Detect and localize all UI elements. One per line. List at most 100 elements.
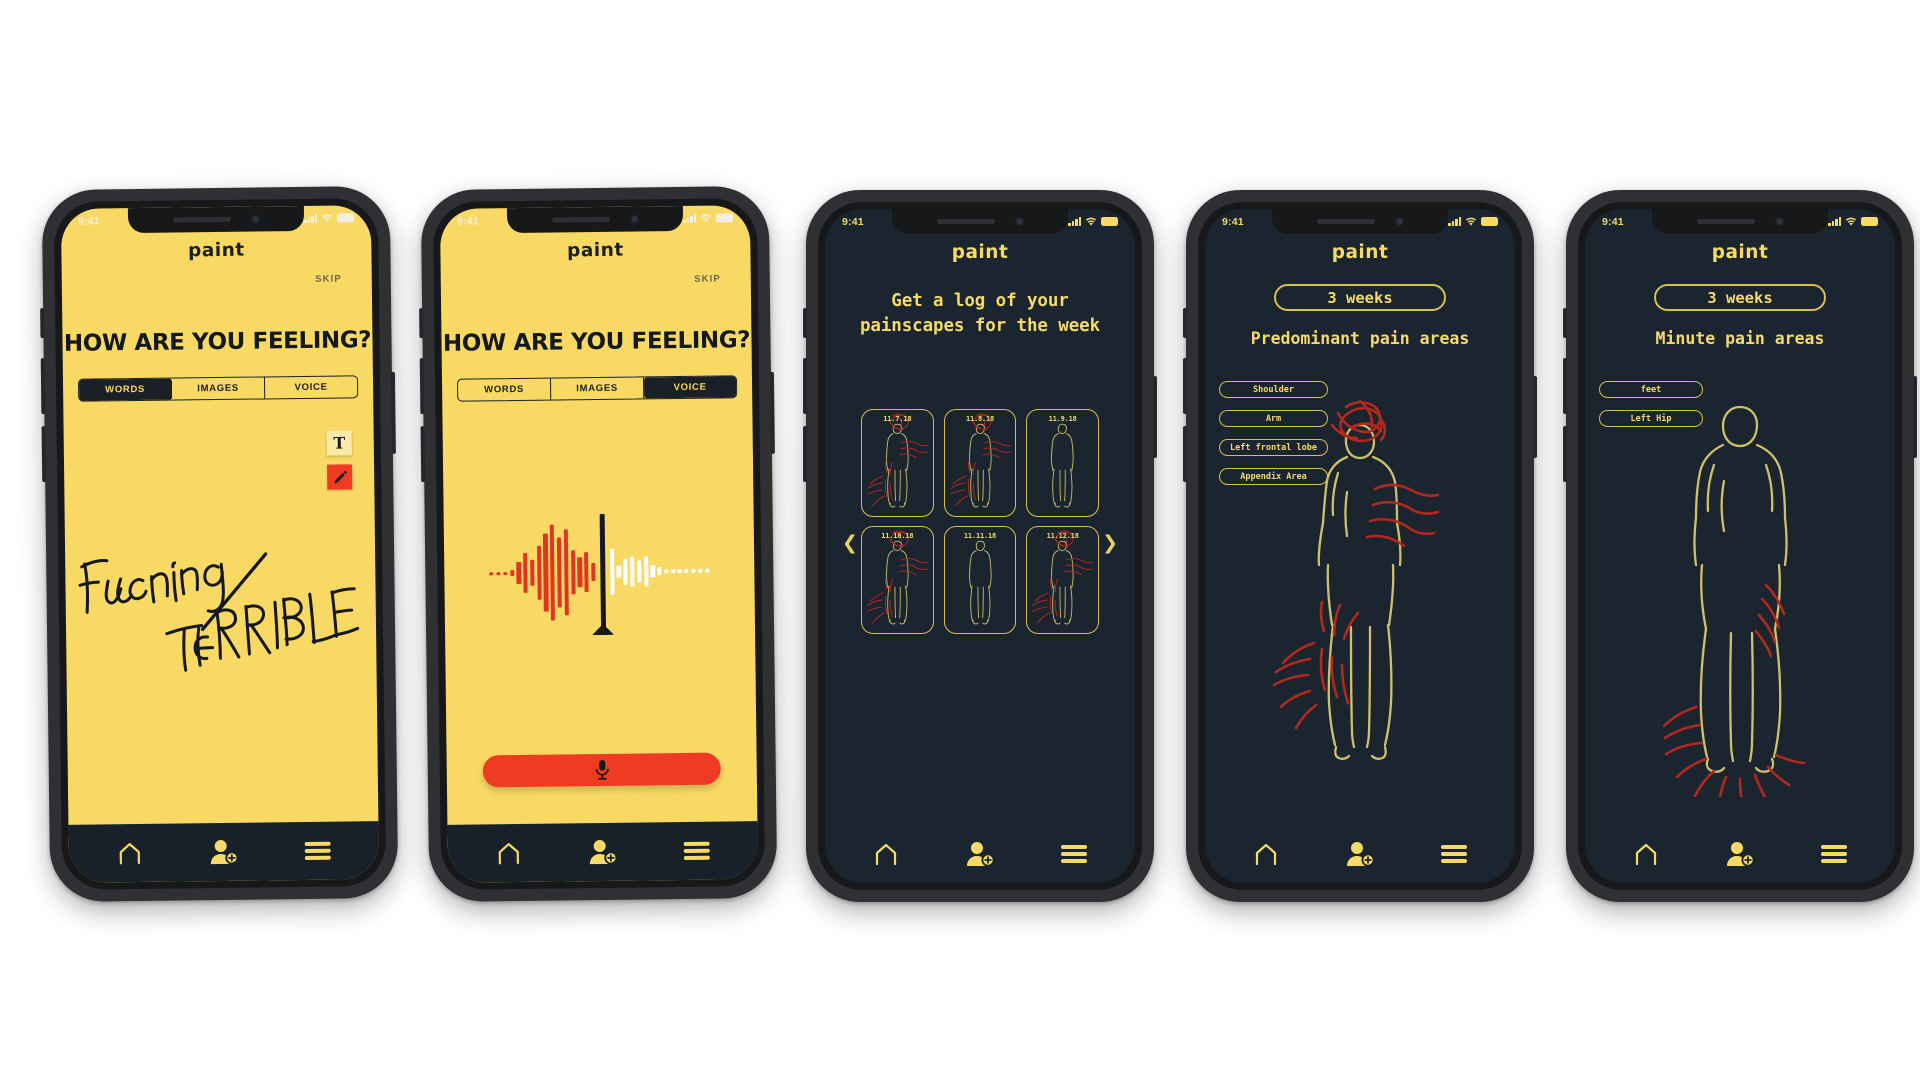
painscape-date-label: 11.10.18 <box>881 532 914 540</box>
mute-switch[interactable] <box>803 308 807 338</box>
tab-voice[interactable]: VOICE <box>643 376 737 399</box>
page-title: HOW ARE YOU FEELING? <box>442 327 751 357</box>
entry-mode-tabs: WORDS IMAGES VOICE <box>456 375 738 402</box>
volume-up-button[interactable] <box>40 358 46 415</box>
screen-weekly-log: 9:41 paint Get a log of your painscapes … <box>825 209 1135 883</box>
volume-down-button[interactable] <box>41 426 47 483</box>
waveform-bar <box>684 568 689 573</box>
waveform-bar <box>636 560 642 583</box>
skip-link[interactable]: SKIP <box>315 273 342 284</box>
app-brand-title: paint <box>951 242 1009 263</box>
nav-home-button[interactable] <box>113 838 147 868</box>
status-time: 9:41 <box>1222 215 1244 228</box>
waveform-bar <box>698 568 703 573</box>
waveform-bar <box>691 568 696 573</box>
nav-home-button[interactable] <box>492 838 526 868</box>
nav-menu-button[interactable] <box>1057 839 1091 869</box>
nav-home-button[interactable] <box>869 839 903 869</box>
playhead-handle[interactable] <box>599 513 606 630</box>
painscape-thumbnail[interactable]: 11.7.18 <box>861 409 934 517</box>
nav-menu-button[interactable] <box>1437 839 1471 869</box>
section-title: Minute pain areas <box>1655 329 1825 348</box>
volume-up-button[interactable] <box>419 358 425 415</box>
front-camera <box>629 214 639 224</box>
waveform-bar <box>584 552 589 593</box>
tab-images[interactable]: IMAGES <box>550 377 645 400</box>
phone-bezel: 9:41 paint SKIP HOW ARE YOU FEELING? WOR… <box>432 198 766 890</box>
power-button[interactable] <box>1533 376 1537 458</box>
app-brand-title: paint <box>1711 242 1769 263</box>
bottom-nav <box>68 821 380 883</box>
section-title: Predominant pain areas <box>1250 329 1470 348</box>
time-range-selector[interactable]: 3 weeks <box>1274 284 1446 311</box>
volume-up-button[interactable] <box>1563 358 1567 414</box>
painscape-thumbnail[interactable]: 11.10.18 <box>861 526 934 634</box>
power-button[interactable] <box>1913 376 1917 458</box>
mute-switch[interactable] <box>1563 308 1567 338</box>
phone-mockup-words: 9:41 paint SKIP HOW ARE YOU FEELING? WOR… <box>40 185 399 903</box>
nav-add-contact-button[interactable] <box>1723 839 1757 869</box>
battery-icon <box>1481 217 1498 226</box>
record-button[interactable] <box>482 752 721 788</box>
painscape-thumbnail[interactable]: 11.9.18 <box>1026 409 1099 517</box>
power-button[interactable] <box>390 371 396 454</box>
microphone-icon <box>595 759 609 780</box>
earpiece-speaker <box>1696 219 1755 224</box>
add-person-icon <box>967 842 995 867</box>
volume-up-button[interactable] <box>1183 358 1187 414</box>
text-tool-button[interactable]: T <box>326 430 352 456</box>
mute-switch[interactable] <box>1183 308 1187 338</box>
volume-up-button[interactable] <box>803 358 807 414</box>
painscape-date-label: 11.8.18 <box>965 415 995 423</box>
painscape-thumbnail[interactable]: 11.8.18 <box>943 409 1017 517</box>
volume-down-button[interactable] <box>803 426 807 482</box>
volume-down-button[interactable] <box>420 426 426 483</box>
voice-waveform[interactable] <box>443 495 755 649</box>
wifi-icon <box>321 213 333 222</box>
carousel-next-button[interactable]: ❯ <box>1102 534 1118 553</box>
volume-down-button[interactable] <box>1563 426 1567 482</box>
signal-bars-icon <box>1828 217 1841 226</box>
front-camera <box>1394 217 1404 226</box>
pain-body-figure-predominant[interactable] <box>1205 377 1515 797</box>
nav-menu-button[interactable] <box>680 836 714 866</box>
screen-predominant-pain: 9:41 paint 3 weeks Predominant pain area… <box>1205 209 1515 883</box>
carousel-prev-button[interactable]: ❮ <box>842 534 858 553</box>
tab-words[interactable]: WORDS <box>457 378 552 401</box>
power-button[interactable] <box>1153 376 1157 458</box>
tab-words[interactable]: WORDS <box>78 378 173 401</box>
power-button[interactable] <box>769 371 775 454</box>
skip-link[interactable]: SKIP <box>694 273 721 284</box>
tab-voice[interactable]: VOICE <box>265 376 357 398</box>
volume-down-button[interactable] <box>1183 426 1187 482</box>
waveform-bar <box>523 552 528 593</box>
nav-menu-button[interactable] <box>1817 839 1851 869</box>
notch <box>1272 209 1448 234</box>
screenshot-stage: 9:41 paint SKIP HOW ARE YOU FEELING? WOR… <box>0 0 1920 1080</box>
battery-icon <box>1861 217 1878 226</box>
nav-add-contact-button[interactable] <box>586 837 620 867</box>
nav-add-contact-button[interactable] <box>963 839 997 869</box>
painscape-thumbnail[interactable]: 11.12.18 <box>1026 526 1099 634</box>
waveform-bar <box>556 537 563 608</box>
nav-home-button[interactable] <box>1629 839 1663 869</box>
mute-switch[interactable] <box>419 308 424 339</box>
tab-images[interactable]: IMAGES <box>171 377 266 400</box>
painscape-thumbnail[interactable]: 11.11.18 <box>943 526 1017 634</box>
painscape-date-label: 11.7.18 <box>883 415 912 423</box>
mute-switch[interactable] <box>40 308 45 339</box>
nav-menu-button[interactable] <box>301 836 335 866</box>
waveform-bar <box>543 533 549 612</box>
pencil-tool-button[interactable] <box>327 464 353 490</box>
nav-home-button[interactable] <box>1249 839 1283 869</box>
waveform-bar <box>496 571 501 575</box>
nav-add-contact-button[interactable] <box>207 837 241 867</box>
bottom-nav <box>1205 825 1515 883</box>
time-range-selector[interactable]: 3 weeks <box>1654 284 1826 311</box>
nav-add-contact-button[interactable] <box>1343 839 1377 869</box>
page-title: HOW ARE YOU FEELING? <box>63 327 372 357</box>
waveform-bar <box>650 565 655 578</box>
handwriting-canvas[interactable] <box>65 505 377 699</box>
pain-body-figure-minute[interactable] <box>1585 377 1895 797</box>
front-camera <box>1014 217 1024 226</box>
